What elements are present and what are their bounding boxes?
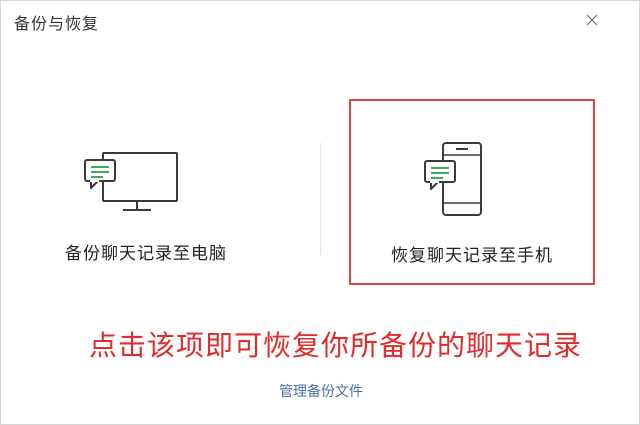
window-title: 备份与恢复 bbox=[14, 14, 100, 33]
restore-to-phone-option[interactable]: 恢复聊天记录至手机 bbox=[349, 99, 595, 285]
close-button[interactable] bbox=[583, 11, 601, 29]
close-icon bbox=[586, 14, 598, 26]
backup-to-pc-label: 备份聊天记录至电脑 bbox=[65, 244, 227, 264]
backup-restore-window: 备份与恢复 备份聊天记录至电脑 恢复聊天记录至手机 点击该项即可恢复你所备份的聊… bbox=[0, 0, 640, 425]
restore-to-phone-label: 恢复聊天记录至手机 bbox=[391, 246, 553, 266]
option-divider bbox=[320, 143, 321, 255]
backup-to-pc-option[interactable]: 备份聊天记录至电脑 bbox=[31, 121, 261, 281]
phone-chat-icon bbox=[424, 142, 482, 216]
instruction-annotation: 点击该项即可恢复你所备份的聊天记录 bbox=[89, 329, 583, 362]
monitor-chat-icon bbox=[84, 152, 178, 211]
manage-backup-files-link[interactable]: 管理备份文件 bbox=[1, 381, 640, 401]
